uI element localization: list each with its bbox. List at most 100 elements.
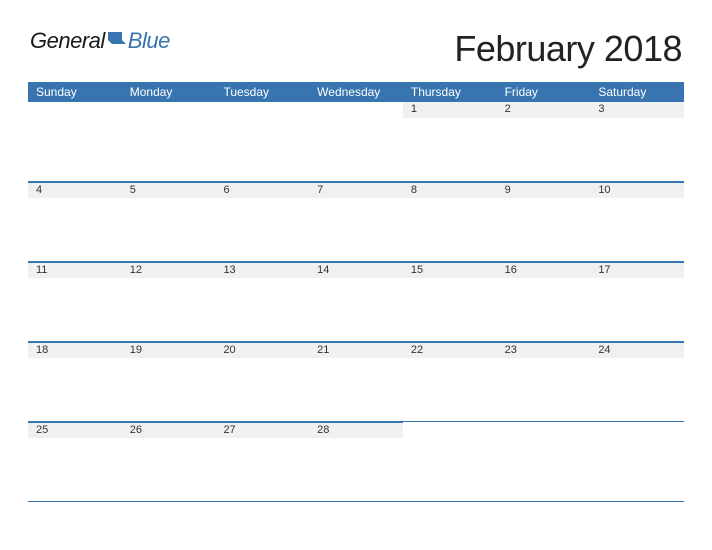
date-number: 21 bbox=[309, 342, 403, 358]
date-number bbox=[28, 102, 122, 118]
date-number bbox=[122, 102, 216, 118]
week-row: 18192021222324 bbox=[28, 342, 684, 422]
day-cell: 16 bbox=[497, 262, 591, 341]
day-cell bbox=[309, 102, 403, 181]
day-body bbox=[215, 118, 309, 181]
date-number: 22 bbox=[403, 342, 497, 358]
dow-monday: Monday bbox=[122, 85, 216, 99]
date-number: 27 bbox=[215, 422, 309, 438]
week-row: 45678910 bbox=[28, 182, 684, 262]
day-cell: 14 bbox=[309, 262, 403, 341]
day-body bbox=[403, 118, 497, 181]
date-number: 9 bbox=[497, 182, 591, 198]
day-body bbox=[215, 358, 309, 421]
day-cell: 7 bbox=[309, 182, 403, 261]
day-cell: 26 bbox=[122, 422, 216, 501]
date-number: 4 bbox=[28, 182, 122, 198]
day-cell: 28 bbox=[309, 422, 403, 501]
dow-thursday: Thursday bbox=[403, 85, 497, 99]
date-number: 28 bbox=[309, 422, 403, 438]
date-number: 17 bbox=[590, 262, 684, 278]
date-number: 10 bbox=[590, 182, 684, 198]
date-number: 24 bbox=[590, 342, 684, 358]
day-body bbox=[28, 358, 122, 421]
day-body bbox=[309, 358, 403, 421]
day-body bbox=[122, 358, 216, 421]
day-cell: 5 bbox=[122, 182, 216, 261]
day-body bbox=[215, 438, 309, 501]
day-body bbox=[590, 438, 684, 501]
day-body bbox=[590, 118, 684, 181]
day-cell: 2 bbox=[497, 102, 591, 181]
dow-saturday: Saturday bbox=[590, 85, 684, 99]
day-cell: 17 bbox=[590, 262, 684, 341]
day-body bbox=[122, 278, 216, 341]
day-body bbox=[309, 278, 403, 341]
day-body bbox=[309, 198, 403, 261]
day-body bbox=[28, 438, 122, 501]
date-number: 15 bbox=[403, 262, 497, 278]
day-cell: 12 bbox=[122, 262, 216, 341]
day-cell: 9 bbox=[497, 182, 591, 261]
page-title: February 2018 bbox=[454, 28, 682, 70]
day-cell: 4 bbox=[28, 182, 122, 261]
day-cell: 3 bbox=[590, 102, 684, 181]
day-cell: 1 bbox=[403, 102, 497, 181]
day-body bbox=[215, 198, 309, 261]
day-of-week-header: Sunday Monday Tuesday Wednesday Thursday… bbox=[28, 82, 684, 102]
day-body bbox=[403, 438, 497, 501]
day-body bbox=[590, 278, 684, 341]
day-cell: 18 bbox=[28, 342, 122, 421]
day-body bbox=[497, 198, 591, 261]
logo-text-general: General bbox=[30, 28, 105, 54]
logo: General Blue bbox=[30, 28, 170, 54]
day-cell: 6 bbox=[215, 182, 309, 261]
dow-friday: Friday bbox=[497, 85, 591, 99]
weeks-container: 1234567891011121314151617181920212223242… bbox=[28, 102, 684, 502]
day-cell: 27 bbox=[215, 422, 309, 501]
day-cell: 10 bbox=[590, 182, 684, 261]
day-body bbox=[122, 118, 216, 181]
day-body bbox=[497, 358, 591, 421]
day-cell: 8 bbox=[403, 182, 497, 261]
day-body bbox=[215, 278, 309, 341]
day-body bbox=[590, 198, 684, 261]
date-number: 13 bbox=[215, 262, 309, 278]
day-cell: 20 bbox=[215, 342, 309, 421]
date-number bbox=[590, 422, 684, 438]
date-number: 3 bbox=[590, 102, 684, 118]
day-body bbox=[28, 278, 122, 341]
day-body bbox=[122, 438, 216, 501]
logo-flag-icon bbox=[108, 28, 126, 54]
date-number: 26 bbox=[122, 422, 216, 438]
date-number: 23 bbox=[497, 342, 591, 358]
day-body bbox=[497, 278, 591, 341]
week-row: 123 bbox=[28, 102, 684, 182]
date-number: 6 bbox=[215, 182, 309, 198]
day-cell: 15 bbox=[403, 262, 497, 341]
day-cell: 22 bbox=[403, 342, 497, 421]
date-number: 16 bbox=[497, 262, 591, 278]
date-number bbox=[403, 422, 497, 438]
day-cell: 19 bbox=[122, 342, 216, 421]
week-row: 11121314151617 bbox=[28, 262, 684, 342]
day-body bbox=[497, 118, 591, 181]
day-body bbox=[122, 198, 216, 261]
logo-text-blue: Blue bbox=[128, 28, 170, 54]
day-body bbox=[403, 278, 497, 341]
day-cell: 25 bbox=[28, 422, 122, 501]
day-body bbox=[403, 358, 497, 421]
date-number: 25 bbox=[28, 422, 122, 438]
week-row: 25262728 bbox=[28, 422, 684, 502]
day-body bbox=[497, 438, 591, 501]
day-cell: 11 bbox=[28, 262, 122, 341]
date-number: 14 bbox=[309, 262, 403, 278]
day-body bbox=[309, 118, 403, 181]
date-number bbox=[497, 422, 591, 438]
day-body bbox=[28, 118, 122, 181]
date-number: 19 bbox=[122, 342, 216, 358]
date-number: 18 bbox=[28, 342, 122, 358]
date-number: 8 bbox=[403, 182, 497, 198]
day-cell: 21 bbox=[309, 342, 403, 421]
day-cell bbox=[590, 422, 684, 501]
